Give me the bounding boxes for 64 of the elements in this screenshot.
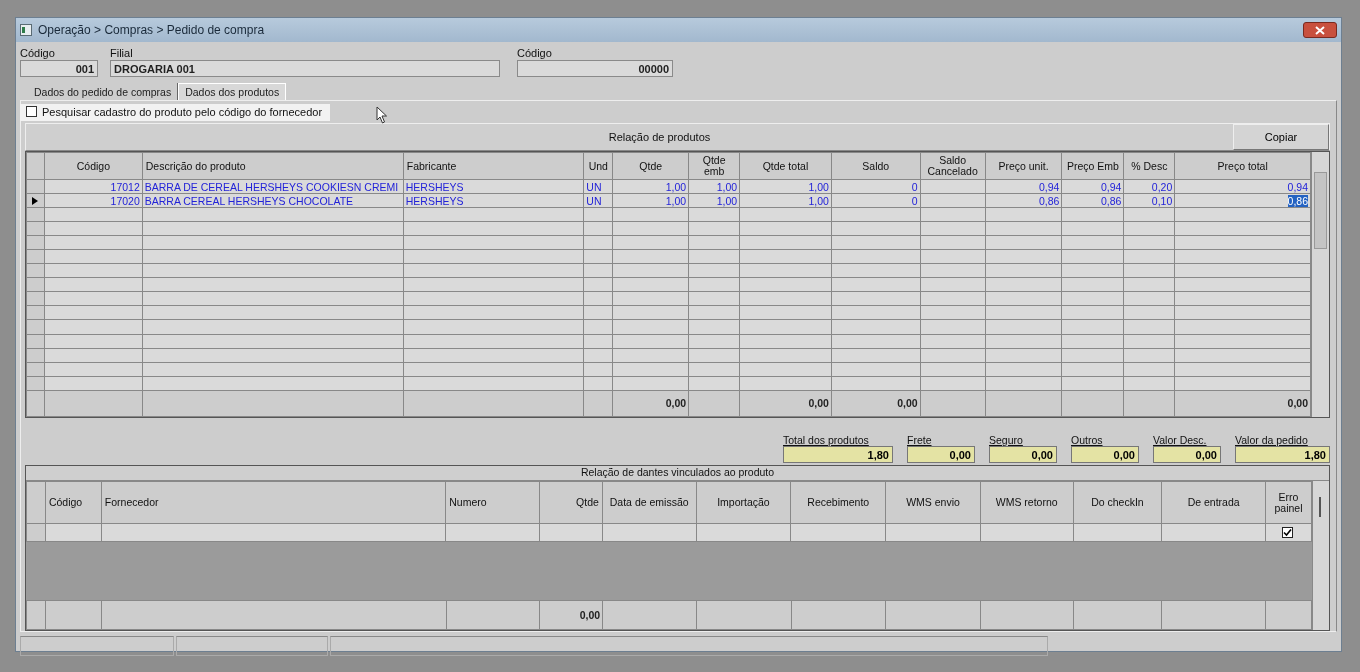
grid-title: Relação de dantes vinculados ao produto [580, 466, 775, 478]
field-label: Valor Desc. [1153, 434, 1208, 446]
mouse-pointer-icon [376, 106, 389, 124]
text-field[interactable]: 001 [20, 60, 98, 77]
column-header[interactable]: Saldo [831, 152, 921, 180]
column-header[interactable]: Preço unit. [985, 152, 1062, 180]
column-header[interactable]: De entrada [1161, 481, 1266, 524]
checkbox[interactable] [1281, 526, 1293, 538]
footer-cell: 0,00 [612, 390, 689, 417]
total-field[interactable]: 0,00 [907, 446, 975, 463]
close-icon [1315, 25, 1325, 35]
total-field[interactable]: 1,80 [783, 446, 893, 463]
column-header[interactable]: Fabricante [403, 152, 584, 180]
column-header[interactable]: Qtde total [739, 152, 832, 180]
footer-cell: 0,00 [1174, 390, 1311, 417]
column-header[interactable]: Importação [696, 481, 791, 524]
row-indicator [26, 600, 46, 630]
footer-cell [45, 600, 102, 630]
field-label: Código [517, 47, 553, 60]
field-label: Outros [1071, 434, 1104, 446]
total-field[interactable]: 0,00 [1071, 446, 1139, 463]
column-header[interactable]: Qtde [539, 481, 603, 524]
column-header[interactable]: Data de emissão [602, 481, 697, 524]
column-header[interactable]: Qtde [612, 152, 689, 180]
total-field[interactable]: 0,00 [1153, 446, 1221, 463]
footer-cell [1265, 600, 1312, 630]
column-header[interactable]: Saldo Cancelado [920, 152, 986, 180]
checkbox[interactable]: Pesquisar cadastro do produto pelo código do fornecedor [20, 103, 331, 121]
column-header[interactable]: Preço Emb [1061, 152, 1124, 180]
column-header[interactable]: Descrição do produto [142, 152, 404, 180]
window-title: Operação > Compras > Pedido de compra [38, 23, 265, 37]
column-header[interactable]: WMS envio [885, 481, 981, 524]
close-button[interactable] [1303, 22, 1337, 38]
scrollbar[interactable] [1312, 481, 1329, 630]
text-field[interactable]: DROGARIA 001 [110, 60, 500, 77]
column-header[interactable]: Do checkIn [1073, 481, 1162, 524]
column-header[interactable]: Numero [445, 481, 540, 524]
column-header[interactable]: Fornecedor [101, 481, 446, 524]
column-header[interactable]: Erro painel [1265, 481, 1312, 524]
field-label: Total dos produtos [783, 434, 870, 446]
field-label: Filial [110, 47, 134, 60]
field-label: Valor da pedido [1235, 434, 1309, 446]
section-title: Relação de produtos [607, 131, 712, 143]
tab[interactable]: Dados dos produtos [178, 83, 287, 100]
app-icon [20, 24, 32, 36]
column-header[interactable]: Qtde emb [688, 152, 740, 180]
footer-cell: 0,00 [831, 390, 921, 417]
column-header[interactable]: % Desc [1123, 152, 1175, 180]
scrollbar[interactable] [1311, 152, 1329, 417]
total-field[interactable]: 0,00 [989, 446, 1057, 463]
column-header[interactable]: Recebimento [790, 481, 886, 524]
column-header[interactable]: WMS retorno [980, 481, 1074, 524]
text-field[interactable]: 00000 [517, 60, 673, 77]
column-header[interactable]: Und [583, 152, 613, 180]
footer-cell: 0,00 [739, 390, 832, 417]
field-label: Seguro [989, 434, 1024, 446]
column-header[interactable]: Código [44, 152, 143, 180]
total-field[interactable]: 1,80 [1235, 446, 1330, 463]
footer-cell: 0,00 [539, 600, 603, 630]
column-header[interactable]: Código [45, 481, 102, 524]
copy-button[interactable]: Copiar [1233, 124, 1329, 150]
column-header[interactable]: Preço total [1174, 152, 1311, 180]
field-label: Frete [907, 434, 933, 446]
field-label: Código [20, 47, 56, 60]
